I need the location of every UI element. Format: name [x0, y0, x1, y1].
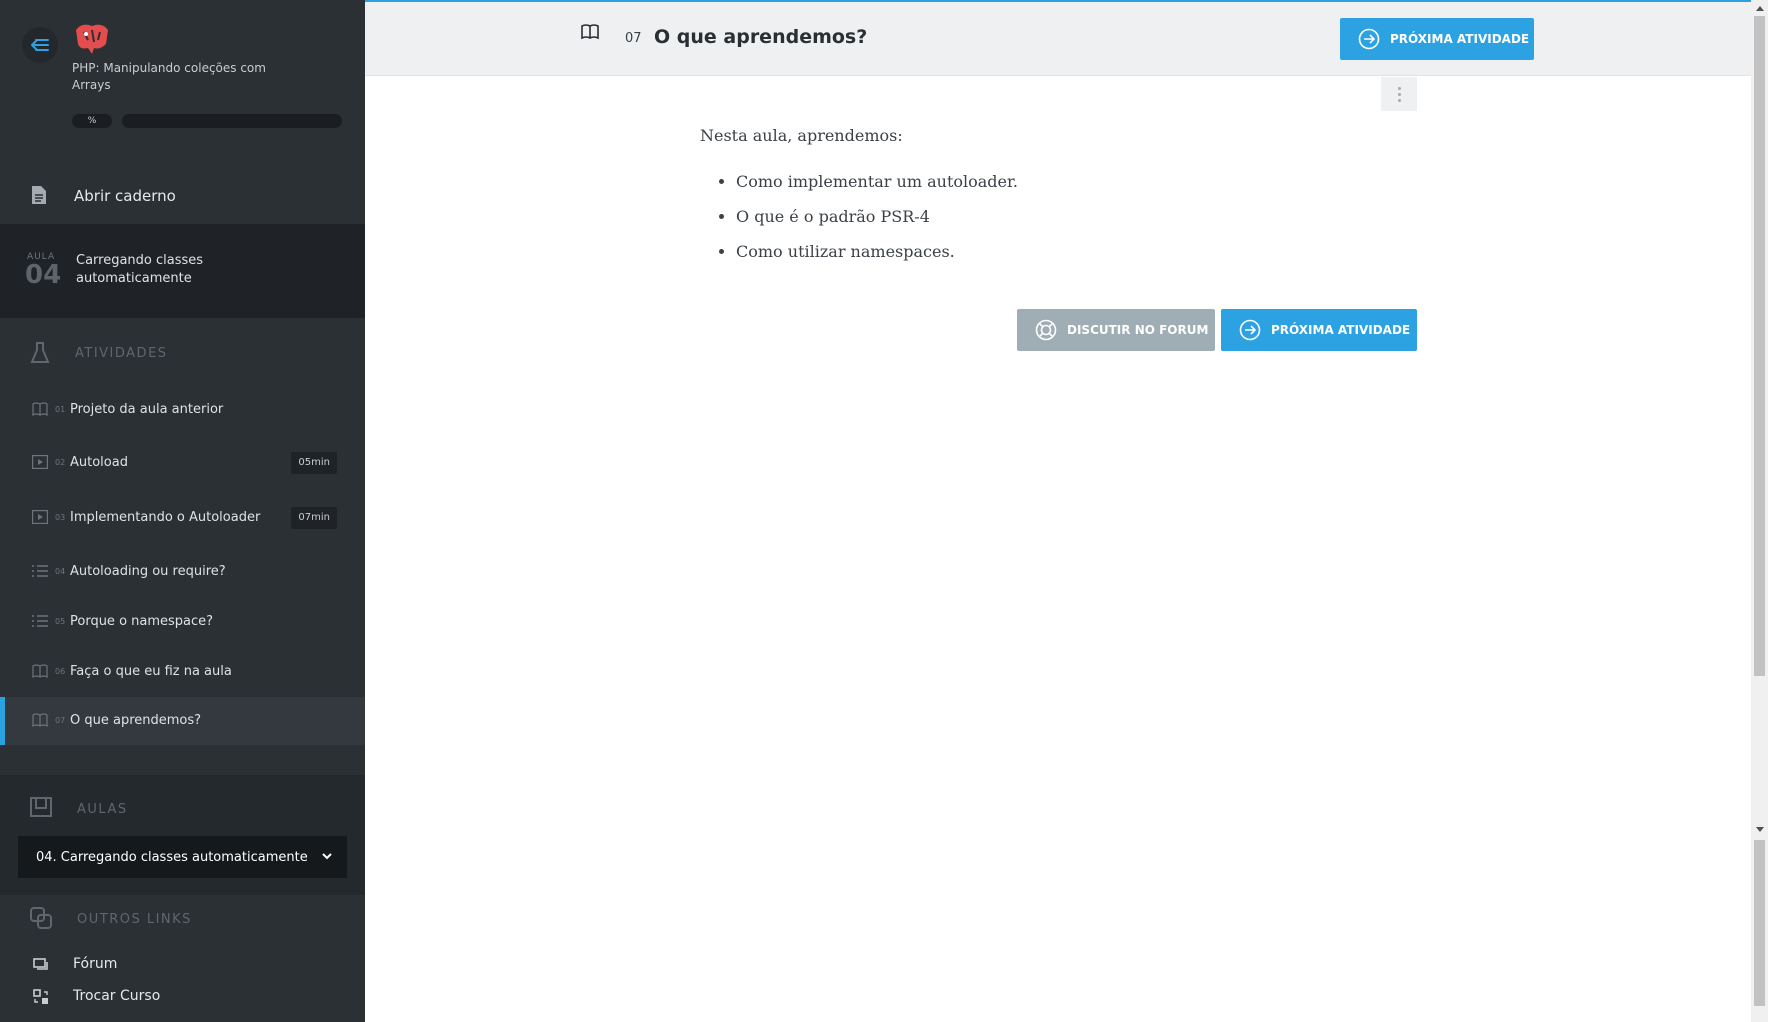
scrollbar-thumb-lower[interactable]: [1754, 840, 1765, 1006]
activity-label: Faça o que eu fiz na aula: [70, 664, 232, 679]
activity-duration: 07min: [291, 507, 337, 529]
activity-item-07[interactable]: 07 O que aprendemos?: [0, 697, 365, 745]
next-activity-label: PRÓXIMA ATIVIDADE: [1390, 32, 1530, 46]
activity-label: Projeto da aula anterior: [70, 402, 224, 417]
activity-number: 01: [55, 405, 66, 414]
activity-item-02[interactable]: 02 Autoload 05min: [0, 439, 365, 487]
scroll-up-arrow[interactable]: [1751, 1, 1768, 15]
aulas-header: AULAS: [0, 788, 365, 828]
progress-percent: %: [72, 114, 112, 128]
sidebar-header: PHP: Manipulando coleções com Arrays %: [0, 0, 365, 160]
book-icon: [32, 664, 48, 678]
book-icon: [581, 24, 599, 40]
book-icon: [32, 713, 48, 727]
discuss-forum-label: DISCUTIR NO FORUM: [1067, 323, 1209, 337]
learned-list: Como implementar um autoloader. O que é …: [700, 170, 1420, 264]
activity-number: 07: [55, 716, 66, 725]
document-icon: [32, 186, 46, 204]
page-title: O que aprendemos?: [654, 26, 868, 48]
list-item: Como implementar um autoloader.: [736, 170, 1420, 194]
activity-header: 07 O que aprendemos? PRÓXIMA ATIVIDADE: [365, 2, 1751, 76]
other-links-title: OUTROS LINKS: [77, 912, 192, 927]
scrollbar[interactable]: [1751, 0, 1768, 1022]
lessons-icon: [30, 797, 52, 817]
activity-number: 02: [55, 458, 66, 467]
sidebar: PHP: Manipulando coleções com Arrays % A…: [0, 0, 365, 1022]
current-lesson: AULA 04 Carregando classes automaticamen…: [0, 224, 365, 318]
switch-course-icon: [33, 989, 48, 1004]
switch-course-link[interactable]: Trocar Curso: [0, 982, 365, 1012]
lesson-title: Carregando classes automaticamente: [76, 253, 204, 286]
next-activity-label: PRÓXIMA ATIVIDADE: [1271, 323, 1411, 337]
activity-body: Nesta aula, aprendemos: Como implementar…: [700, 124, 1420, 275]
discuss-forum-button[interactable]: DISCUTIR NO FORUM: [1017, 309, 1215, 351]
list-icon: [32, 565, 48, 577]
activity-label: Porque o namespace?: [70, 614, 214, 629]
arrow-right-circle-icon: [1358, 28, 1380, 50]
arrow-left-icon: [31, 39, 49, 51]
forum-icon: [33, 958, 48, 970]
activity-number: 06: [55, 667, 66, 676]
lesson-select[interactable]: 04. Carregando classes automaticamente: [18, 836, 347, 878]
links-icon: [30, 907, 52, 929]
kebab-dot: [1397, 92, 1401, 96]
book-icon: [32, 402, 48, 416]
activity-duration: 05min: [291, 452, 337, 474]
activities-title: ATIVIDADES: [75, 346, 168, 361]
kebab-dot: [1397, 98, 1401, 102]
activity-label: Implementando o Autoloader: [70, 510, 261, 525]
more-options-button[interactable]: [1381, 77, 1417, 111]
open-notebook-label: Abrir caderno: [74, 187, 176, 205]
kebab-dot: [1397, 86, 1401, 90]
content-intro: Nesta aula, aprendemos:: [700, 126, 903, 145]
activity-item-04[interactable]: 04 Autoloading ou require?: [0, 548, 365, 596]
forum-label: Fórum: [73, 956, 118, 972]
progress-bar: [122, 114, 342, 128]
video-icon: [32, 455, 48, 469]
activity-item-06[interactable]: 06 Faça o que eu fiz na aula: [0, 648, 365, 696]
activity-item-01[interactable]: 01 Projeto da aula anterior: [0, 386, 365, 434]
activity-label: Autoloading ou require?: [70, 564, 226, 579]
next-activity-button[interactable]: PRÓXIMA ATIVIDADE: [1221, 309, 1417, 351]
forum-link[interactable]: Fórum: [0, 950, 365, 980]
switch-course-label: Trocar Curso: [73, 988, 161, 1004]
lesson-number: 04: [25, 260, 62, 290]
other-links-header: OUTROS LINKS: [0, 898, 365, 938]
lesson-select-value: 04. Carregando classes automaticamente: [36, 849, 308, 865]
activity-item-03[interactable]: 03 Implementando o Autoloader 07min: [0, 494, 365, 542]
activity-label: O que aprendemos?: [70, 713, 202, 728]
arrow-right-circle-icon: [1239, 319, 1261, 341]
scroll-down-arrow[interactable]: [1751, 822, 1768, 836]
activity-number: 05: [55, 617, 66, 626]
activity-number: 03: [55, 513, 66, 522]
list-item: Como utilizar namespaces.: [736, 240, 1420, 264]
list-item: O que é o padrão PSR-4: [736, 205, 1420, 229]
course-name: PHP: Manipulando coleções com Arrays: [72, 61, 266, 92]
activity-item-05[interactable]: 05 Porque o namespace?: [0, 598, 365, 646]
open-notebook-link[interactable]: Abrir caderno: [0, 170, 365, 224]
video-icon: [32, 510, 48, 524]
lifebuoy-icon: [1035, 319, 1057, 341]
activity-number: 04: [55, 567, 66, 576]
main-content: 07 O que aprendemos? PRÓXIMA ATIVIDADE N…: [365, 0, 1751, 1022]
activity-number: 07: [625, 31, 642, 46]
aulas-title: AULAS: [77, 802, 128, 817]
back-button[interactable]: [22, 27, 58, 63]
course-logo-icon: [76, 24, 108, 54]
flask-icon: [30, 342, 50, 363]
activity-label: Autoload: [70, 455, 128, 470]
list-icon: [32, 615, 48, 627]
next-activity-button-top[interactable]: PRÓXIMA ATIVIDADE: [1340, 18, 1534, 60]
scrollbar-thumb[interactable]: [1754, 16, 1765, 676]
chevron-down-icon: [322, 853, 332, 860]
activities-header: ATIVIDADES: [0, 332, 365, 372]
